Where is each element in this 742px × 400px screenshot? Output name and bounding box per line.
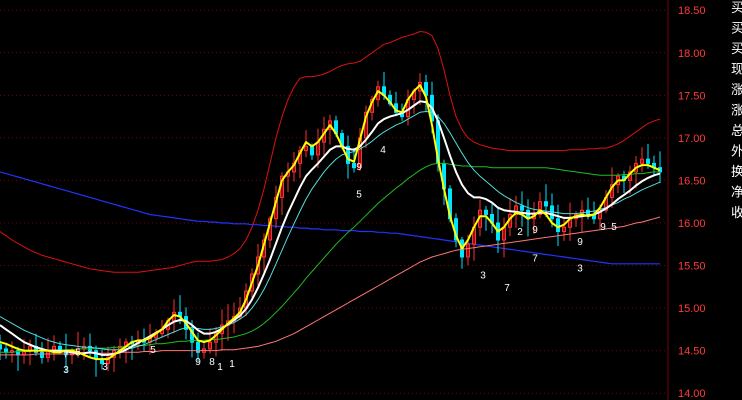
y-tick-label: 16.00 — [678, 218, 706, 230]
annotation-label: 2 — [517, 227, 523, 238]
price-chart[interactable]: 37 5359 8 1 195432 977939 5 18.5018.0017.5017.… — [0, 0, 742, 400]
annotations: 37 5359 8 1 195432 977939 5 — [63, 145, 617, 376]
candle-body — [520, 205, 524, 211]
candle-body — [646, 158, 650, 164]
side-panel-label: 外 — [731, 145, 742, 160]
ma-salmon-line — [0, 216, 661, 356]
candle-body — [310, 145, 314, 156]
candle-body — [484, 209, 488, 215]
side-panel-label: 买 — [731, 42, 742, 57]
y-tick-label: 14.00 — [678, 388, 706, 400]
annotation-label: 7 — [63, 349, 69, 360]
y-tick-label: 16.50 — [678, 175, 706, 187]
ma-yellow-line — [0, 84, 661, 361]
band-lines — [0, 31, 661, 273]
y-tick-label: 17.50 — [678, 90, 706, 102]
side-panel-label: 涨 — [731, 83, 742, 98]
annotation-label: 1 — [229, 359, 235, 370]
annotation-label: 3 — [102, 362, 108, 373]
candle-body — [544, 201, 548, 207]
side-panel-label: 换 — [731, 165, 742, 180]
y-tick-label: 17.00 — [678, 133, 706, 145]
annotation-label: 3 — [63, 365, 69, 376]
y-tick-label: 15.00 — [678, 303, 706, 315]
annotation-label: 5 — [75, 348, 81, 359]
annotation-label: 9 — [577, 237, 583, 248]
annotation-label: 5 — [611, 222, 617, 233]
annotation-label: 8 — [209, 357, 215, 368]
y-tick-label: 15.50 — [678, 261, 706, 273]
side-panel-label: 现 — [731, 63, 742, 78]
annotation-label: 3 — [480, 270, 486, 281]
moving-average-lines — [0, 84, 661, 361]
side-panel-label: 买 — [731, 22, 742, 37]
annotation-label: 9 — [356, 162, 362, 173]
candle-body — [40, 351, 44, 358]
annotation-label: 3 — [577, 263, 583, 274]
side-panel-label: 买 — [731, 1, 742, 16]
right-panel: 买买买现涨涨总外换净收 — [731, 1, 742, 221]
upper-band-line — [0, 31, 661, 273]
y-tick-label: 18.50 — [678, 5, 706, 17]
y-axis-ticks: 18.50 18.00 17.50 17.00 16.50 16.00 15.50 15.00… — [678, 5, 706, 400]
side-panel-label: 涨 — [731, 104, 742, 119]
candle-body — [0, 344, 2, 350]
ma-cyan-line — [0, 111, 661, 351]
annotation-label: 9 — [600, 222, 606, 233]
candle-body — [352, 162, 356, 169]
annotation-label: 1 — [217, 362, 223, 373]
y-tick-label: 14.50 — [678, 346, 706, 358]
side-panel-label: 总 — [731, 124, 742, 139]
ma-green-line — [0, 162, 660, 353]
candle-body — [556, 218, 560, 232]
annotation-label: 7 — [532, 253, 538, 264]
y-tick-label: 18.00 — [678, 48, 706, 60]
annotation-label: 7 — [504, 283, 510, 294]
side-panel-label: 净 — [731, 186, 742, 201]
annotation-label: 5 — [356, 189, 362, 200]
side-panel-label: 收 — [731, 206, 742, 221]
annotation-label: 4 — [380, 145, 386, 156]
annotation-label: 9 — [195, 357, 201, 368]
annotation-label: 9 — [532, 225, 538, 236]
annotation-label: 5 — [150, 345, 156, 356]
